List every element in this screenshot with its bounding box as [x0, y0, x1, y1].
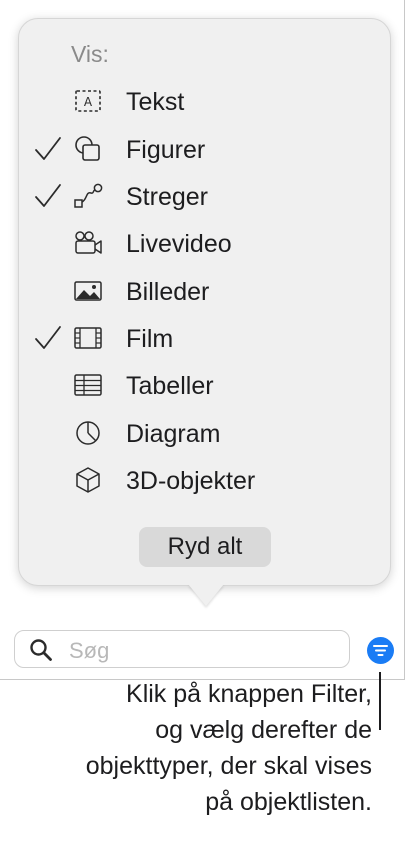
- filter-item-label: Tekst: [126, 88, 185, 116]
- filter-item-shapes[interactable]: Figurer: [19, 128, 390, 172]
- checkmark-icon: [33, 323, 63, 353]
- cube-icon: [71, 465, 105, 495]
- checkmark-icon: [33, 134, 63, 164]
- shapes-icon: [71, 134, 105, 164]
- filter-item-label: Tabeller: [126, 372, 214, 400]
- filter-item-label: Streger: [126, 183, 208, 211]
- svg-text:A: A: [84, 95, 93, 109]
- filter-icon: [367, 645, 394, 668]
- text-box-icon: A: [71, 86, 105, 116]
- callout-caption: Klik på knappen Filter, og vælg derefter…: [0, 676, 372, 820]
- search-icon: [29, 638, 53, 662]
- filter-button[interactable]: [367, 637, 394, 664]
- caption-line: på objektlisten.: [205, 788, 372, 816]
- filter-item-text[interactable]: A Tekst: [19, 80, 390, 124]
- search-placeholder: Søg: [69, 638, 110, 663]
- caption-line: Klik på knappen Filter,: [126, 680, 372, 708]
- filter-item-tables[interactable]: Tabeller: [19, 364, 390, 408]
- filter-item-lines[interactable]: Streger: [19, 175, 390, 219]
- filter-item-charts[interactable]: Diagram: [19, 412, 390, 456]
- line-icon: [71, 181, 105, 211]
- section-label: Vis:: [71, 41, 109, 67]
- filter-item-3d-objects[interactable]: 3D-objekter: [19, 459, 390, 503]
- live-video-icon: [71, 228, 105, 258]
- filter-item-label: Film: [126, 325, 174, 353]
- filter-item-movies[interactable]: Film: [19, 317, 390, 361]
- filter-item-label: Livevideo: [126, 230, 232, 258]
- filter-item-label: 3D-objekter: [126, 467, 256, 495]
- object-list-window: Vis: A Tekst Figurer Streger Livevideo B…: [0, 0, 405, 680]
- caption-line: og vælg derefter de: [155, 716, 372, 744]
- clear-all-button[interactable]: Ryd alt: [139, 527, 271, 567]
- pie-chart-icon: [71, 418, 105, 448]
- callout-line: [379, 672, 381, 730]
- checkmark-icon: [33, 181, 63, 211]
- filter-item-live-video[interactable]: Livevideo: [19, 222, 390, 266]
- filter-item-label: Figurer: [126, 136, 206, 164]
- table-icon: [71, 370, 105, 400]
- filter-item-label: Billeder: [126, 278, 210, 306]
- search-input[interactable]: Søg: [14, 630, 350, 668]
- caption-line: objekttyper, der skal vises: [85, 752, 372, 780]
- filter-item-label: Diagram: [126, 420, 221, 448]
- image-icon: [71, 276, 105, 306]
- film-icon: [71, 323, 105, 353]
- filter-popover: Vis: A Tekst Figurer Streger Livevideo B…: [18, 18, 391, 586]
- popover-arrow: [188, 584, 224, 606]
- filter-item-images[interactable]: Billeder: [19, 270, 390, 314]
